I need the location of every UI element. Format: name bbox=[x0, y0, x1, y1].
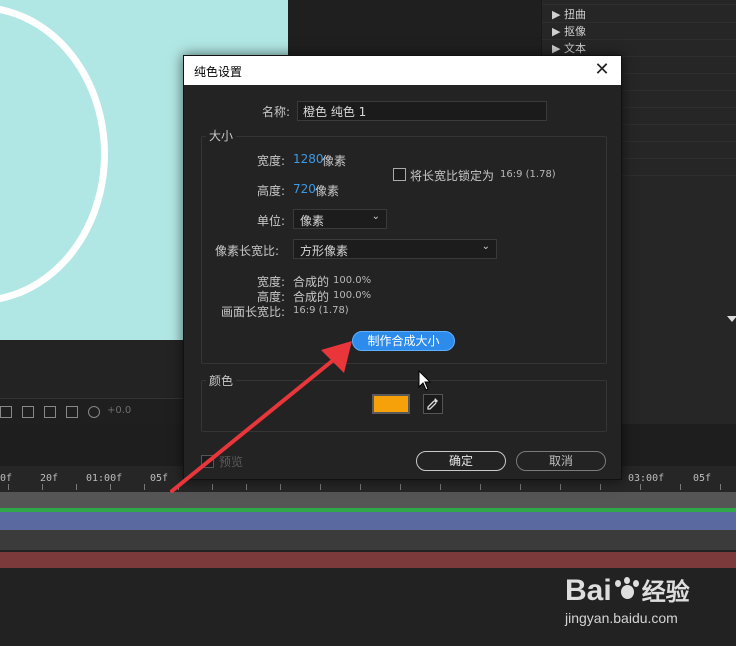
watermark-url: jingyan.baidu.com bbox=[565, 610, 678, 626]
baidu-jingyan-watermark: Bai 经验 jingyan.baidu.com bbox=[563, 560, 733, 640]
mouse-cursor-icon bbox=[418, 370, 432, 391]
watermark-brand: Bai 经验 bbox=[565, 574, 690, 607]
paw-icon bbox=[612, 577, 642, 603]
annotation-arrow bbox=[170, 341, 352, 493]
